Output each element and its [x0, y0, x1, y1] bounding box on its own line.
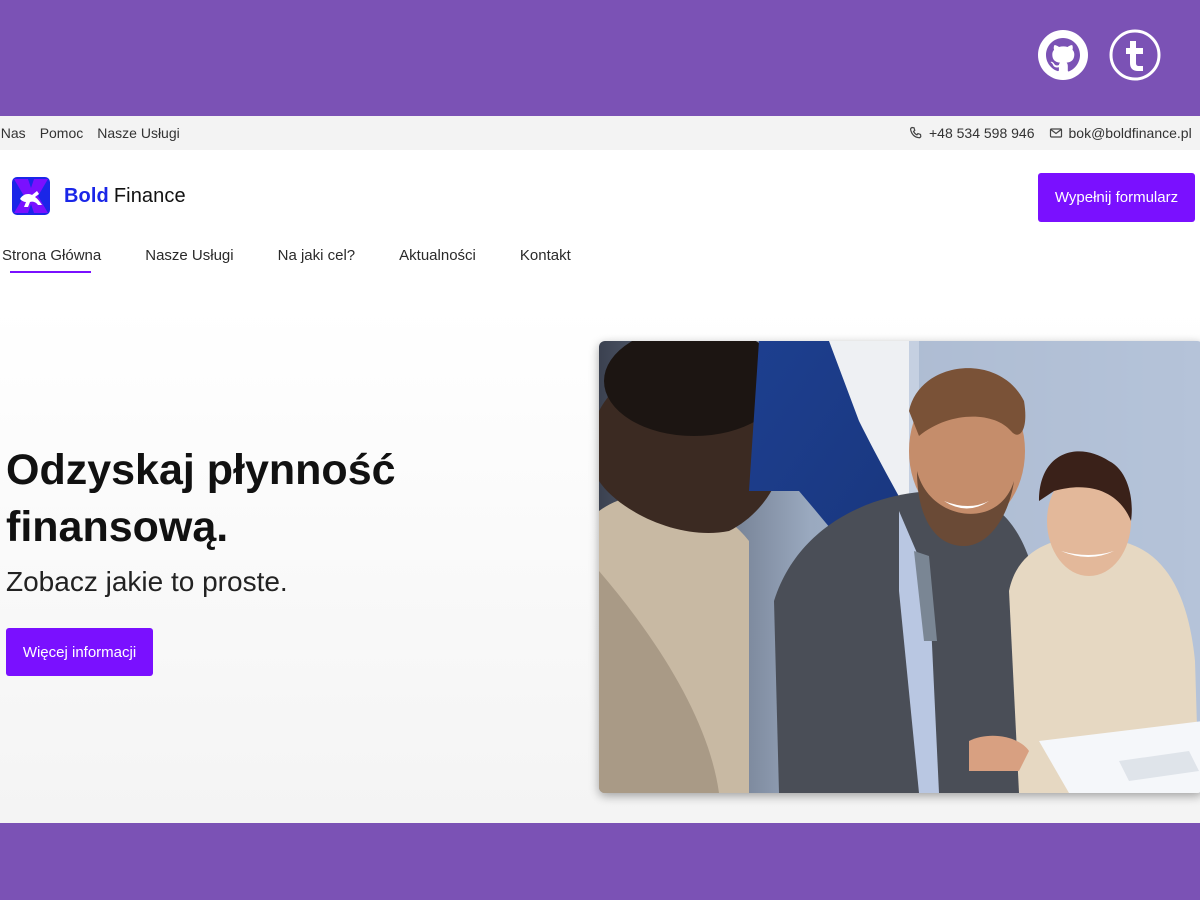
- utility-links: O Nas Pomoc Nasze Usługi: [0, 125, 180, 141]
- hero-photo-business-meeting: [599, 341, 1200, 793]
- mail-icon: [1049, 128, 1062, 138]
- email-link[interactable]: bok@boldfinance.pl: [1049, 125, 1192, 141]
- bottom-band: [0, 823, 1200, 900]
- nav-item-services[interactable]: Nasze Usługi: [145, 247, 233, 264]
- brand-name-bold: Bold: [64, 184, 109, 207]
- more-info-button[interactable]: Więcej informacji: [6, 628, 153, 676]
- nav-item-news[interactable]: Aktualności: [399, 247, 476, 264]
- brand-name: Bold Finance: [64, 185, 186, 208]
- phone-link[interactable]: +48 534 598 946: [909, 125, 1035, 141]
- nav-item-home[interactable]: Strona Główna: [2, 247, 101, 273]
- nav-item-contact[interactable]: Kontakt: [520, 247, 571, 264]
- phone-number: +48 534 598 946: [929, 125, 1035, 141]
- nav-item-purpose[interactable]: Na jaki cel?: [278, 247, 356, 264]
- brand-logo[interactable]: Bold Finance: [12, 177, 186, 215]
- tumblr-t-icon[interactable]: [1109, 29, 1161, 81]
- util-link-about[interactable]: O Nas: [0, 125, 26, 141]
- utility-contact: +48 534 598 946 bok@boldfinance.pl: [909, 125, 1192, 141]
- bold-finance-logo-icon: [12, 177, 50, 215]
- utility-bar: O Nas Pomoc Nasze Usługi +48 534 598 946…: [0, 116, 1200, 150]
- main-nav: Strona Główna Nasze Usługi Na jaki cel? …: [2, 247, 571, 273]
- util-link-help[interactable]: Pomoc: [40, 125, 84, 141]
- website-frame: O Nas Pomoc Nasze Usługi +48 534 598 946…: [0, 116, 1200, 823]
- top-band: [0, 0, 1200, 116]
- phone-icon: [909, 126, 922, 139]
- email-address: bok@boldfinance.pl: [1068, 125, 1192, 141]
- social-links: [1037, 29, 1161, 81]
- brand-name-rest: Finance: [113, 184, 186, 207]
- hero-subtitle: Zobacz jakie to proste.: [6, 566, 288, 597]
- github-icon[interactable]: [1037, 29, 1089, 81]
- fill-form-button[interactable]: Wypełnij formularz: [1038, 173, 1195, 222]
- hero-title: Odzyskaj płynność finansową.: [6, 446, 396, 551]
- util-link-services[interactable]: Nasze Usługi: [97, 125, 179, 141]
